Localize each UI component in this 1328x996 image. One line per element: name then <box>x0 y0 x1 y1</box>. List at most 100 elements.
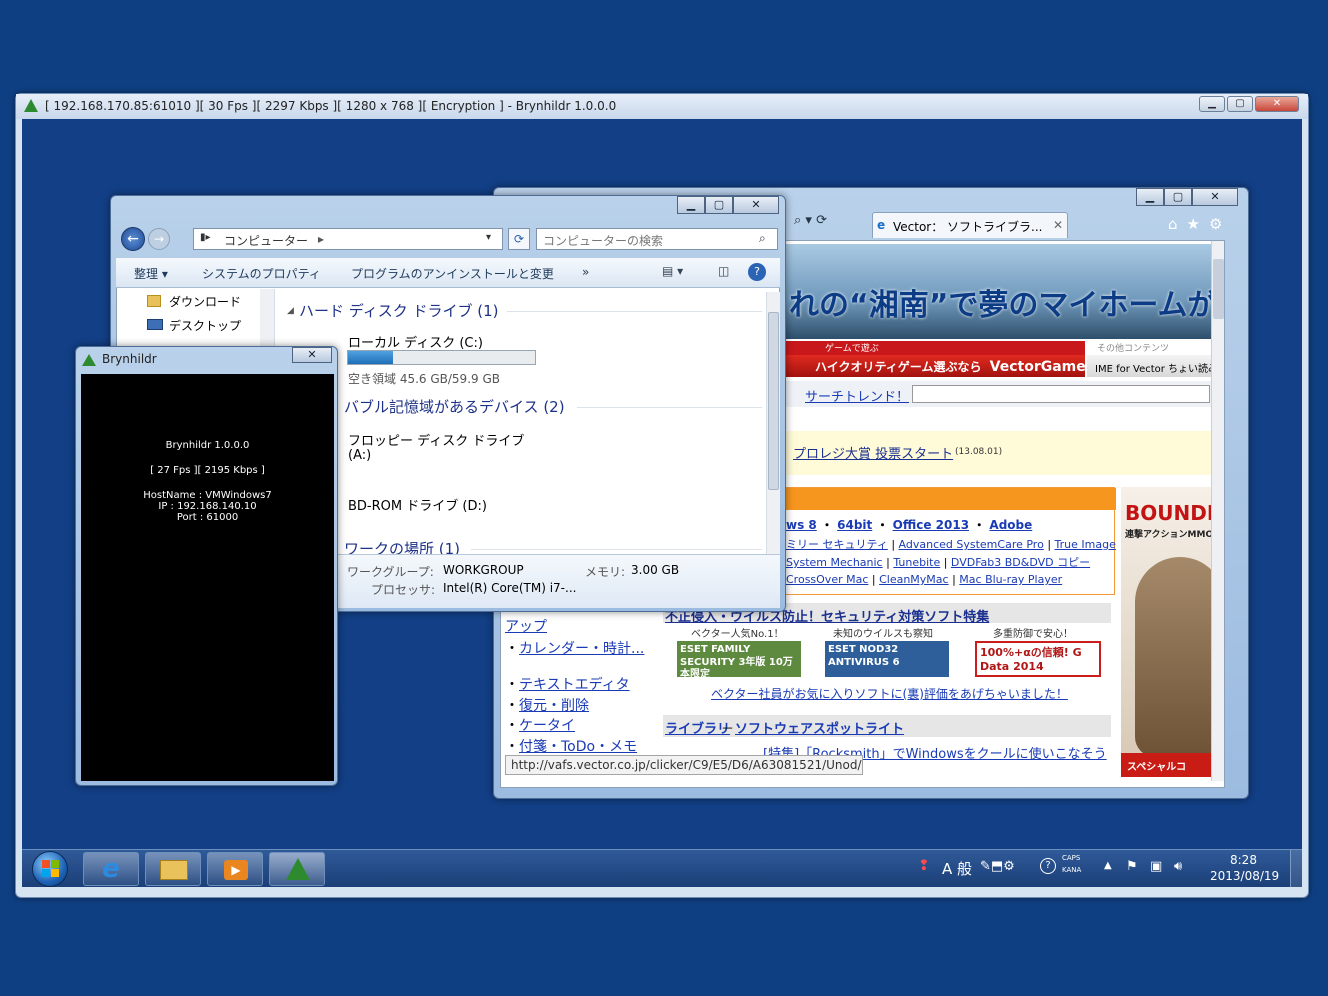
ie-scroll-thumb[interactable] <box>1213 259 1224 319</box>
start-button[interactable] <box>32 851 68 887</box>
explorer-close-button[interactable]: ✕ <box>733 196 779 214</box>
section-removable[interactable]: バブル記憶域があるデバイス (2) <box>344 396 565 417</box>
explorer-maximize-button[interactable]: ▢ <box>705 196 733 214</box>
clock-time[interactable]: 8:28 <box>1230 853 1257 867</box>
nav-scrollbar[interactable] <box>260 289 274 349</box>
shonan-banner[interactable]: れの“湘南”で夢のマイホームが買 <box>785 244 1224 339</box>
link-cleanmymac[interactable]: CleanMyMac <box>879 573 949 586</box>
boundra-ad[interactable]: BOUNDRA 連撃アクションMMORP スペシャルコ <box>1121 487 1223 777</box>
side-item-calendar[interactable]: カレンダー・時計... <box>519 641 644 657</box>
uninstall-program-button[interactable]: プログラムのアンインストールと変更 <box>351 265 554 282</box>
link-adobe[interactable]: Adobe <box>989 518 1032 532</box>
search-icon[interactable]: ⌕ <box>759 231 766 246</box>
explorer-minimize-button[interactable]: ▁ <box>677 196 705 214</box>
view-options-icon[interactable]: ▤ ▾ <box>662 264 683 278</box>
ie-close-button[interactable]: ✕ <box>1192 188 1238 206</box>
floppy-label[interactable]: フロッピー ディスク ドライブ <box>348 430 524 449</box>
nav-downloads[interactable]: ダウンロード <box>169 293 241 310</box>
link-advanced-systemcare[interactable]: Advanced SystemCare Pro <box>899 538 1044 551</box>
help-icon[interactable]: ? <box>748 263 766 281</box>
ie-scrollbar[interactable] <box>1211 241 1224 781</box>
link-win8[interactable]: ws 8 <box>786 518 817 532</box>
trend-link[interactable]: サーチトレンド！ <box>805 386 909 405</box>
maximize-button[interactable]: ▢ <box>1227 96 1253 112</box>
section-hard-disk[interactable]: ハード ディスク ドライブ (1) <box>299 300 499 321</box>
taskbar-media-player[interactable]: ▶ <box>207 852 263 886</box>
eset-family-ad[interactable]: ESET FAMILY SECURITY 3年版 10万本限定 <box>677 641 801 677</box>
brynhildr-window: Brynhildr ✕ Brynhildr 1.0.0.0 [ 27 Fps ]… <box>75 346 338 786</box>
brynhildr-close-button[interactable]: ✕ <box>292 347 332 363</box>
gdata-ad[interactable]: 100%+αの信頼! G Data 2014 <box>975 641 1101 677</box>
ime-tools-icon[interactable]: ✎⬒⚙ <box>980 859 1015 874</box>
eset-nod32-ad[interactable]: ESET NOD32 ANTIVIRUS 6 <box>825 641 949 677</box>
nav-desktop[interactable]: デスクトップ <box>169 317 241 334</box>
action-center-flag-icon[interactable]: ⚑ <box>1126 859 1138 874</box>
preview-pane-icon[interactable]: ◫ <box>718 264 729 278</box>
ie-maximize-button[interactable]: ▢ <box>1164 188 1192 206</box>
link-crossover[interactable]: CrossOver Mac <box>786 573 868 586</box>
show-desktop-button[interactable] <box>1290 850 1302 887</box>
taskbar-explorer[interactable] <box>145 852 201 886</box>
other-contents-bar[interactable]: IME for Vector ちょい読み! コ <box>1087 355 1224 377</box>
ime-pad-icon[interactable]: ❢ <box>918 858 930 874</box>
spotlight-link[interactable]: ソフトウェアスポットライト <box>735 718 904 737</box>
ie-search-refresh-icon[interactable]: ⌕ ▾ ⟳ <box>794 213 854 235</box>
ie-tab-close-icon[interactable]: ✕ <box>1053 218 1063 232</box>
search-input[interactable]: コンピューターの検索 ⌕ <box>536 228 778 250</box>
minimize-button[interactable]: ▁ <box>1199 96 1225 112</box>
close-button[interactable]: ✕ <box>1255 96 1299 112</box>
network-icon[interactable]: ▣ <box>1150 859 1162 874</box>
link-bluray-player[interactable]: Mac Blu-ray Player <box>959 573 1062 586</box>
breadcrumb-chevron-icon[interactable]: ▸ <box>318 232 324 246</box>
links-row-2: ミリー セキュリティ | Advanced SystemCare Pro | T… <box>786 538 1116 551</box>
ime-help-icon[interactable]: ? <box>1040 858 1056 874</box>
side-item-restore[interactable]: 復元・削除 <box>519 698 589 714</box>
links-row-4: CrossOver Mac | CleanMyMac | Mac Blu-ray… <box>786 573 1063 586</box>
tray-overflow-icon[interactable]: ▲ <box>1104 860 1112 871</box>
trend-bar: サーチトレンド！ <box>785 381 1224 407</box>
side-item-editor[interactable]: テキストエディタ <box>519 677 630 693</box>
ie-tab[interactable]: e Vector： ソフトライブラ... ✕ <box>872 212 1068 238</box>
content-scroll-thumb[interactable] <box>768 312 779 490</box>
system-properties-button[interactable]: システムのプロパティ <box>202 265 321 282</box>
remote-title-bar[interactable]: [ 192.168.170.85:61010 ][ 30 Fps ][ 2297… <box>16 94 1308 119</box>
organize-button[interactable]: 整理 ▾ <box>134 265 168 282</box>
link-dvdfab[interactable]: DVDFab3 BD&DVD コピー <box>951 556 1090 569</box>
link-64bit[interactable]: 64bit <box>837 518 872 532</box>
side-item-keitai[interactable]: ケータイ <box>519 718 575 734</box>
volume-icon[interactable]: 🔊︎ <box>1174 859 1182 874</box>
back-arrow-icon[interactable]: ← <box>121 227 145 251</box>
section-divider-3 <box>471 549 762 550</box>
link-true-image[interactable]: True Image <box>1055 538 1116 551</box>
link-office[interactable]: Office 2013 <box>893 518 969 532</box>
clock-date[interactable]: 2013/08/19 <box>1210 869 1279 883</box>
ad-subtitle: 連撃アクションMMORP <box>1125 530 1223 540</box>
address-bar[interactable]: ▮▸ コンピューター ▸ ▾ <box>193 228 503 250</box>
ad-title: BOUNDRA <box>1125 501 1223 525</box>
memory-label: メモリ: <box>585 565 626 579</box>
link-system-mechanic[interactable]: System Mechanic <box>786 556 883 569</box>
staff-review-link[interactable]: ベクター社員がお気に入りソフトに(裏)評価をあげちゃいました！ <box>711 685 1068 702</box>
collapse-arrow-icon[interactable]: ◢ <box>287 306 294 316</box>
bdrom-label[interactable]: BD-ROM ドライブ (D:) <box>348 495 487 514</box>
content-scrollbar[interactable] <box>766 292 780 554</box>
address-dropdown-icon[interactable]: ▾ <box>486 232 491 243</box>
trend-search-input[interactable] <box>912 385 1210 403</box>
taskbar-brynhildr[interactable] <box>269 852 325 886</box>
link-tunebite[interactable]: Tunebite <box>893 556 940 569</box>
ime-mode[interactable]: A 般 <box>942 858 972 879</box>
side-item-editor-row: ・テキストエディタ <box>505 677 630 693</box>
link-family-security[interactable]: ミリー セキュリティ <box>786 538 888 551</box>
vectorgame-bar[interactable]: ハイクオリティゲーム選ぶなら VectorGame <box>785 355 1086 377</box>
local-disk-label[interactable]: ローカル ディスク (C:) <box>348 332 483 351</box>
ie-home-fav-tools-icons[interactable]: ⌂★⚙ <box>1168 215 1231 233</box>
ie-minimize-button[interactable]: ▁ <box>1136 188 1164 206</box>
forward-arrow-icon[interactable]: → <box>148 228 170 250</box>
taskbar-ie[interactable]: e <box>83 852 139 886</box>
side-item-memo[interactable]: 付箋・ToDo・メモ <box>519 739 637 755</box>
refresh-icon[interactable]: ⟳ <box>508 228 530 250</box>
more-commands-button[interactable]: » <box>582 265 589 279</box>
side-item-update[interactable]: アップ <box>505 616 547 636</box>
remote-desktop[interactable]: ▁ ▢ ✕ ⌕ ▾ ⟳ e Vector： ソフトライブラ... ✕ ⌂★⚙ れ… <box>22 119 1302 887</box>
news-link[interactable]: プロレジ大賞 投票スタート <box>793 443 953 462</box>
